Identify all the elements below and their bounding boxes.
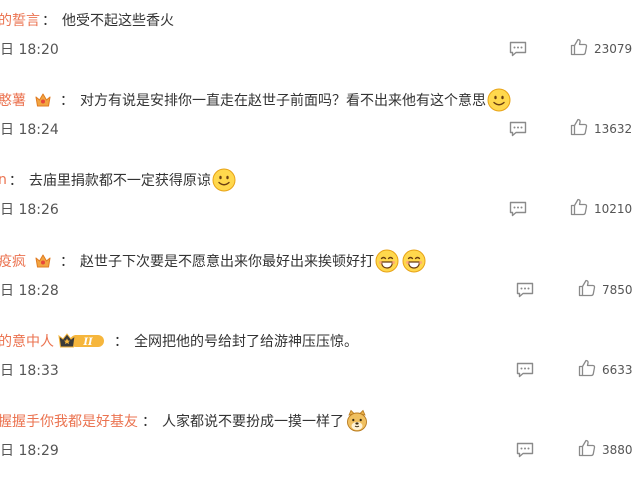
reply-icon[interactable] [509,41,527,57]
like-count: 23079 [594,42,633,56]
reply-icon[interactable] [516,362,534,378]
comment-line: n ： 去庙里捐款都不一定获得原谅 [0,165,236,195]
comment-colon: ： [114,334,128,350]
like-button[interactable]: 6633 [578,359,633,381]
thumbs-up-icon [578,279,596,301]
reply-icon[interactable] [509,121,527,137]
like-button[interactable]: 3880 [578,439,633,461]
comment-time: 日 18:20 [0,42,59,58]
comment-item: 握握手你我都是好基友 ： 人家都说不要扮成一摸一样了 日 18:29 3880 [0,406,643,486]
grin-emoji-icon [375,249,399,273]
comment-item: 的誓言 ： 他受不起这些香火 日 18:20 23079 [0,5,643,85]
comment-time: 日 18:24 [0,122,59,138]
comment-text: 去庙里捐款都不一定获得原谅 [28,173,211,189]
comment-item: 的意中人 II ： 全网把他的号给封了给游神压压惊。 日 18:33 6633 [0,326,643,406]
comment-colon: ： [142,414,156,430]
thumbs-up-icon [578,359,596,381]
reply-icon[interactable] [516,442,534,458]
comment-line: 憨薯 ： 对方有说是安排你一直走在赵世子前面吗？看不出来他有这个意思 [0,85,511,115]
like-count: 7850 [602,283,633,297]
reply-icon[interactable] [516,282,534,298]
thumbs-up-icon [570,118,588,140]
comment-line: 握握手你我都是好基友 ： 人家都说不要扮成一摸一样了 [0,406,369,436]
comment-colon: ： [60,254,74,270]
comment-time: 日 18:33 [0,363,59,379]
comment-colon: ： [60,93,74,109]
like-count: 6633 [602,363,633,377]
comment-item: 憨薯 ： 对方有说是安排你一直走在赵世子前面吗？看不出来他有这个意思 日 18:… [0,85,643,165]
comment-text: 赵世子下次要是不愿意出来你最好出来挨顿好打 [80,254,374,270]
comment-text: 他受不起这些香火 [62,13,174,29]
like-button[interactable]: 7850 [578,279,633,301]
comment-time: 日 18:28 [0,283,59,299]
comment-time: 日 18:26 [0,202,59,218]
crown-icon[interactable] [34,252,52,270]
comment-line: 的意中人 II ： 全网把他的号给封了给游神压压惊。 [0,326,358,356]
comment-line: 的誓言 ： 他受不起这些香火 [0,5,174,35]
comment-username[interactable]: 的意中人 [0,331,54,351]
thumbs-up-icon [570,38,588,60]
vip-level-text: II [82,337,93,348]
comment-item: 疫疯 ： 赵世子下次要是不愿意出来你最好出来挨顿好打 日 18:28 7850 [0,246,643,326]
vip-II-badge[interactable]: II [58,332,106,350]
smile-emoji-icon [487,88,511,112]
comment-username[interactable]: 握握手你我都是好基友 [0,411,138,431]
comment-item: n ： 去庙里捐款都不一定获得原谅 日 18:26 10210 [0,165,643,245]
smile-emoji-icon [212,168,236,192]
comment-time: 日 18:29 [0,443,59,459]
like-button[interactable]: 10210 [570,198,633,220]
comment-text: 全网把他的号给封了给游神压压惊。 [134,334,358,350]
comment-username[interactable]: 的誓言 [0,10,40,30]
comment-username[interactable]: 憨薯 [0,90,26,110]
thumbs-up-icon [570,198,588,220]
comment-text: 人家都说不要扮成一摸一样了 [162,414,344,430]
comment-line: 疫疯 ： 赵世子下次要是不愿意出来你最好出来挨顿好打 [0,246,426,276]
comment-text: 对方有说是安排你一直走在赵世子前面吗？看不出来他有这个意思 [80,93,486,109]
like-button[interactable]: 13632 [570,118,633,140]
reply-icon[interactable] [509,201,527,217]
grin-emoji-icon [402,249,426,273]
doge-emoji-icon [345,409,369,433]
like-button[interactable]: 23079 [570,38,633,60]
comment-username[interactable]: n [0,172,7,188]
thumbs-up-icon [578,439,596,461]
comment-username[interactable]: 疫疯 [0,251,26,271]
crown-icon[interactable] [34,91,52,109]
like-count: 10210 [594,202,633,216]
comment-colon: ： [8,173,23,189]
comment-colon: ： [42,13,56,29]
like-count: 3880 [602,443,633,457]
like-count: 13632 [594,122,633,136]
